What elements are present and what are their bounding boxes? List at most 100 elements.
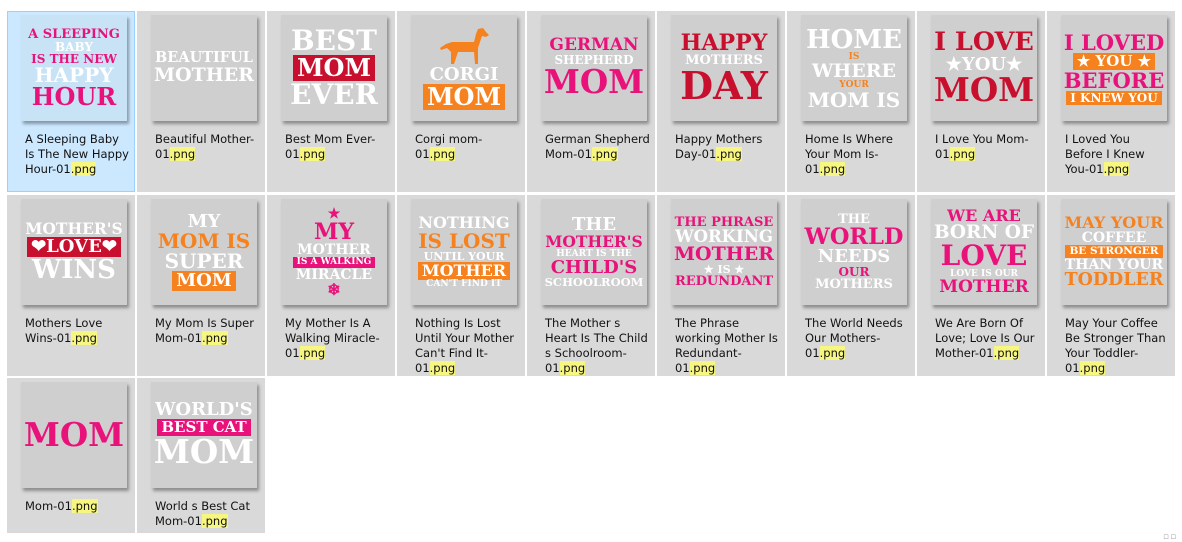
file-thumbnail[interactable]: WE ARE BORN OF LOVE LOVE IS OUR MOTHER	[931, 199, 1037, 305]
thumbnail-art-text: ★ YOU ★	[1072, 52, 1156, 70]
file-thumbnail[interactable]: CORGI MOM	[411, 15, 517, 121]
file-thumbnail[interactable]: MAY YOUR COFFEE BE STRONGER THAN YOUR TODDLE…	[1061, 199, 1167, 305]
file-extension: .png	[591, 147, 618, 161]
file-thumbnail[interactable]: BEAUTIFUL MOTHER	[151, 15, 257, 121]
file-name-label: I Love You Mom-01.png	[935, 132, 1041, 162]
file-item[interactable]: ★ MY MOTHER IS A WALKING MIRACLE ❄ My Mother I…	[267, 195, 395, 376]
file-name-label: May Your Coffee Be Stronger Than Your To…	[1065, 316, 1171, 376]
thumbnail-art-text: MOTHER	[939, 277, 1029, 298]
file-thumbnail[interactable]: MY MOM IS SUPER MOM	[151, 199, 257, 305]
thumbnail-art-text: DAY	[680, 62, 768, 108]
file-name-label: The Mother s Heart Is The Child s School…	[545, 316, 651, 376]
thumbnail-art-text: MAY YOUR	[1064, 213, 1164, 232]
file-item[interactable]: BEST MOM EVER Best Mom Ever-01.png	[267, 11, 395, 192]
file-name-label: My Mom Is Super Mom-01.png	[155, 316, 261, 346]
file-thumbnail[interactable]: THE MOTHER'S HEART IS THE CHILD'S SCHOOLROOM	[541, 199, 647, 305]
file-item[interactable]: THE PHRASE WORKING MOTHER ★ IS ★ REDUNDANT Th…	[657, 195, 785, 376]
file-extension: .png	[169, 147, 196, 161]
thumbnail-art-text: SCHOOLROOM	[544, 274, 644, 289]
file-thumbnail[interactable]: BEST MOM EVER	[281, 15, 387, 121]
thumbnail-art-text: BABY	[55, 39, 93, 54]
file-extension: .png	[429, 147, 456, 161]
view-toggle-icon[interactable]: ☐ ☐	[1163, 534, 1176, 541]
file-thumbnail[interactable]: HOME IS WHERE YOUR MOM IS	[801, 15, 907, 121]
thumbnail-art-text: MY	[313, 218, 355, 245]
file-extension: .png	[819, 162, 846, 176]
thumbnail-art-text: BE STRONGER	[1065, 245, 1163, 258]
thumbnail-art-text: MOM IS	[807, 87, 901, 112]
file-item[interactable]: MAY YOUR COFFEE BE STRONGER THAN YOUR TODDLE…	[1047, 195, 1175, 376]
thumbnail-art-text: LOVE	[940, 239, 1028, 273]
file-item[interactable]: BEAUTIFUL MOTHER Beautiful Mother-01.png	[137, 11, 265, 192]
file-thumbnail[interactable]: GERMAN SHEPHERD MOM	[541, 15, 647, 121]
file-name-label: Mothers Love Wins-01.png	[25, 316, 131, 346]
file-thumbnail[interactable]: WORLD'S BEST CAT MOM	[151, 382, 257, 488]
thumbnail-art-text: HOME	[806, 24, 902, 55]
file-item[interactable]: I LOVED ★ YOU ★ BEFORE I KNEW YOU I Loved Yo…	[1047, 11, 1175, 192]
file-extension: .png	[1103, 162, 1130, 176]
file-thumbnail[interactable]: THE PHRASE WORKING MOTHER ★ IS ★ REDUNDANT	[671, 199, 777, 305]
file-extension: .png	[299, 147, 326, 161]
file-name-label: Beautiful Mother-01.png	[155, 132, 261, 162]
file-item[interactable]: GERMAN SHEPHERD MOM German Shepherd Mom-01.…	[527, 11, 655, 192]
thumbnail-art-text: EVER	[290, 78, 378, 111]
file-extension: .png	[299, 346, 326, 360]
file-name-label: World s Best Cat Mom-01.png	[155, 499, 261, 529]
thumbnail-art-text: ❤LOVE❤	[27, 236, 121, 257]
dog-silhouette-icon	[440, 28, 489, 64]
file-item[interactable]: HAPPY MOTHERS DAY Happy Mothers Day-01.png	[657, 11, 785, 192]
file-extension: .png	[201, 331, 228, 345]
thumbnail-art-text: MOM	[172, 271, 236, 291]
file-item[interactable]: HOME IS WHERE YOUR MOM IS Home Is Where Your …	[787, 11, 915, 192]
file-thumbnail[interactable]: NOTHING IS LOST UNTIL YOUR MOTHER CAN'T FIND…	[411, 199, 517, 305]
thumbnail-art-text: WHERE	[811, 59, 897, 82]
file-item[interactable]: MY MOM IS SUPER MOM My Mom Is Super Mom-01.p…	[137, 195, 265, 376]
file-item[interactable]: THE MOTHER'S HEART IS THE CHILD'S SCHOOLROOM…	[527, 195, 655, 376]
file-base-name: Best Mom Ever-01	[285, 132, 376, 161]
file-thumbnail[interactable]: A SLEEPING BABY IS THE NEW HAPPY HOUR	[21, 15, 127, 121]
file-item[interactable]: MOTHER'S ❤LOVE❤ WINS Mothers Love Wins-01.p…	[7, 195, 135, 376]
file-thumbnail[interactable]: THE WORLD NEEDS OUR MOTHERS	[801, 199, 907, 305]
thumbnail-art-text: GERMAN	[549, 35, 639, 56]
thumbnail-art-text: MOTHER	[297, 241, 371, 258]
file-extension: .png	[429, 361, 456, 375]
file-item[interactable]: I LOVE ★YOU★ MOM I Love You Mom-01.png	[917, 11, 1045, 192]
thumbnail-art-text: A SLEEPING	[28, 26, 120, 42]
file-extension: .png	[70, 162, 97, 176]
file-name-label: I Loved You Before I Knew You-01.png	[1065, 132, 1171, 177]
thumbnail-art-text: CAN'T FIND IT	[426, 279, 502, 289]
file-item[interactable]: NOTHING IS LOST UNTIL YOUR MOTHER CAN'T FIND…	[397, 195, 525, 376]
file-item[interactable]: MOM Mom-01.png	[7, 378, 135, 533]
file-base-name: Home Is Where Your Mom Is-01	[805, 132, 893, 176]
file-extension: .png	[993, 346, 1020, 360]
file-thumbnail[interactable]: ★ MY MOTHER IS A WALKING MIRACLE ❄	[281, 199, 387, 305]
file-extension: .png	[819, 346, 846, 360]
thumbnail-art-text: MOTHER'S	[545, 232, 643, 251]
thumbnail-art-text: WINS	[32, 254, 116, 285]
file-item[interactable]: WORLD'S BEST CAT MOM World s Best Cat Mom-0…	[137, 378, 265, 533]
file-name-label: We Are Born Of Love; Love Is Our Mother-…	[935, 316, 1041, 361]
thumbnail-art-text: HAPPY	[680, 29, 768, 56]
thumbnail-art-text: IS LOST	[418, 229, 510, 253]
thumbnail-art-text: MOTHER	[674, 243, 774, 266]
file-item[interactable]: THE WORLD NEEDS OUR MOTHERS The World Needs O…	[787, 195, 915, 376]
thumbnail-art-text: BEST	[290, 24, 378, 57]
file-name-label: German Shepherd Mom-01.png	[545, 132, 651, 162]
file-thumbnail[interactable]: MOM	[21, 382, 127, 488]
thumbnail-art-text: I LOVE	[934, 27, 1034, 57]
file-extension: .png	[559, 361, 586, 375]
file-name-label: Best Mom Ever-01.png	[285, 132, 391, 162]
thumbnail-art-text: MOTHER'S	[25, 219, 123, 239]
file-thumbnail[interactable]: I LOVE ★YOU★ MOM	[931, 15, 1037, 121]
file-base-name: We Are Born Of Love; Love Is Our Mother-…	[935, 316, 1035, 360]
file-item[interactable]: CORGI MOM Corgi mom-01.png	[397, 11, 525, 192]
file-thumbnail[interactable]: MOTHER'S ❤LOVE❤ WINS	[21, 199, 127, 305]
thumbnail-art-text: WORLD	[804, 223, 904, 250]
file-thumbnail[interactable]: HAPPY MOTHERS DAY	[671, 15, 777, 121]
thumbnail-art-text: ❄	[327, 279, 341, 299]
file-name-label: Corgi mom-01.png	[415, 132, 521, 162]
thumbnail-art-text: MOM IS	[157, 229, 251, 253]
file-item[interactable]: A SLEEPING BABY IS THE NEW HAPPY HOUR A Sleep…	[7, 11, 135, 192]
file-thumbnail[interactable]: I LOVED ★ YOU ★ BEFORE I KNEW YOU	[1061, 15, 1167, 121]
file-item[interactable]: WE ARE BORN OF LOVE LOVE IS OUR MOTHER We Are…	[917, 195, 1045, 376]
